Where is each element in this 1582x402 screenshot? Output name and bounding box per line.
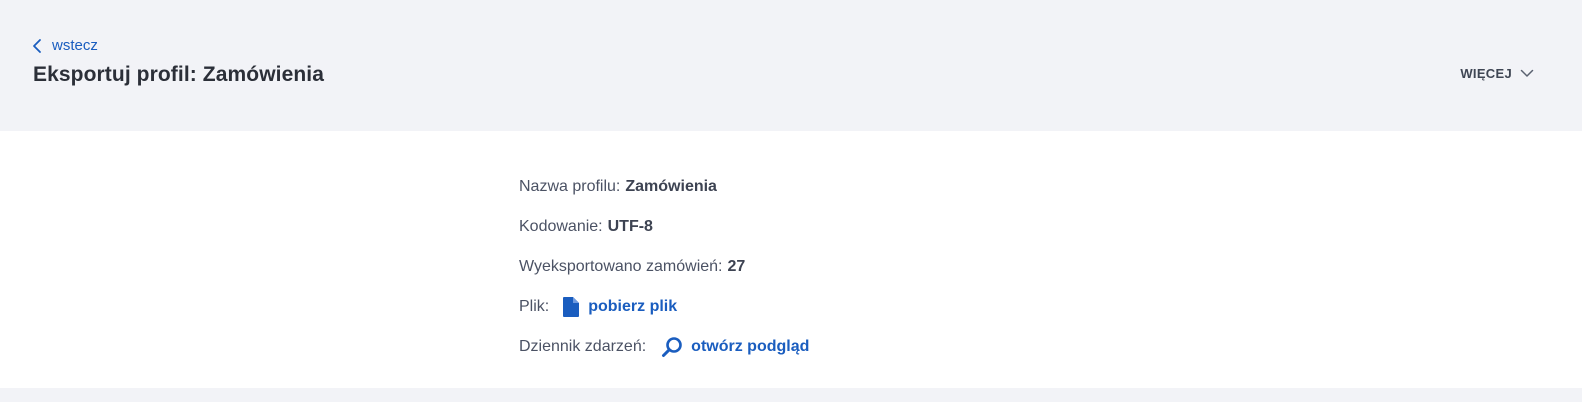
encoding-value: UTF-8 [607,218,653,235]
profile-name-row: Nazwa profilu: Zamówienia [519,167,809,207]
exported-count-value: 27 [727,258,746,275]
details-list: Nazwa profilu: Zamówienia Kodowanie: UTF… [519,167,809,367]
encoding-label: Kodowanie: [519,218,603,235]
open-preview-link[interactable]: otwórz podgląd [651,336,809,358]
profile-name-value: Zamówienia [625,178,717,195]
profile-name-label: Nazwa profilu: [519,178,621,195]
page-header: wstecz Eksportuj profil: Zamówienia WIĘC… [0,0,1582,131]
more-button[interactable]: WIĘCEJ [1460,66,1534,81]
encoding-row: Kodowanie: UTF-8 [519,207,809,247]
magnifier-icon [661,336,683,358]
exported-count-label: Wyeksportowano zamówień: [519,258,723,275]
download-file-link[interactable]: pobierz plik [554,296,677,318]
chevron-down-icon [1520,66,1534,81]
file-row: Plik: pobierz plik [519,287,809,327]
event-log-row: Dziennik zdarzeń: otwórz podgląd [519,327,809,367]
exported-count-row: Wyeksportowano zamówień: 27 [519,247,809,287]
back-link[interactable]: wstecz [32,37,98,54]
document-icon [562,296,580,318]
export-details-panel: Nazwa profilu: Zamówienia Kodowanie: UTF… [0,131,1582,388]
file-label: Plik: [519,298,550,315]
open-preview-label: otwórz podgląd [691,338,810,355]
more-button-label: WIĘCEJ [1460,66,1512,81]
chevron-left-icon [32,38,42,54]
download-file-label: pobierz plik [588,298,678,315]
page-title: Eksportuj profil: Zamówienia [33,63,324,86]
event-log-label: Dziennik zdarzeń: [519,338,647,355]
back-link-label: wstecz [52,37,98,54]
